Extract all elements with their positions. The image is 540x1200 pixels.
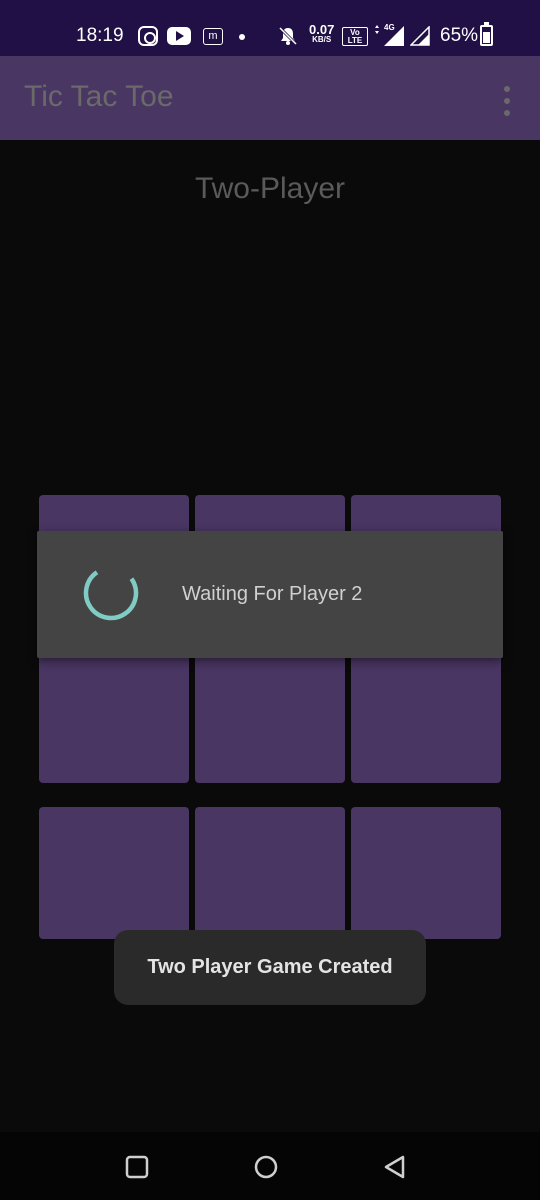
app-title: Tic Tac Toe <box>24 80 174 113</box>
game-mode-label: Two-Player <box>194 172 346 205</box>
network-speed: 0.07 KB/S <box>309 23 334 44</box>
toast: Two Player Game Created <box>114 930 426 1005</box>
signal-4g-icon: 4G <box>375 23 404 46</box>
board-cell-8[interactable] <box>195 807 345 939</box>
progress-spinner-icon <box>83 565 139 621</box>
m-app-icon: m <box>203 28 223 45</box>
youtube-icon <box>167 27 191 45</box>
home-circle-icon[interactable] <box>253 1154 279 1180</box>
battery-icon <box>480 22 493 46</box>
svg-text:4G: 4G <box>384 23 395 32</box>
back-triangle-icon[interactable] <box>382 1154 408 1180</box>
battery-percent: 65% <box>440 25 479 46</box>
instagram-icon <box>138 26 158 46</box>
bell-muted-icon <box>278 26 298 46</box>
toast-message: Two Player Game Created <box>147 956 393 978</box>
navigation-bar <box>0 1132 540 1200</box>
board-cell-7[interactable] <box>39 807 189 939</box>
signal-icon <box>410 26 430 46</box>
recents-square-icon[interactable] <box>124 1154 150 1180</box>
progress-dialog: Waiting For Player 2 <box>37 531 503 658</box>
board-cell-6[interactable] <box>351 651 501 783</box>
status-bar: 18:19 m 0.07 KB/S Vo LTE 4G 65% <box>0 0 540 56</box>
progress-dialog-message: Waiting For Player 2 <box>182 583 363 605</box>
board-cell-9[interactable] <box>351 807 501 939</box>
status-time: 18:19 <box>76 25 124 46</box>
network-speed-unit: KB/S <box>312 35 332 44</box>
board-cell-5[interactable] <box>195 651 345 783</box>
board-cell-4[interactable] <box>39 651 189 783</box>
overflow-menu-icon[interactable] <box>499 86 515 116</box>
notification-dot-icon <box>239 34 245 40</box>
volte-icon: Vo LTE <box>342 27 368 46</box>
